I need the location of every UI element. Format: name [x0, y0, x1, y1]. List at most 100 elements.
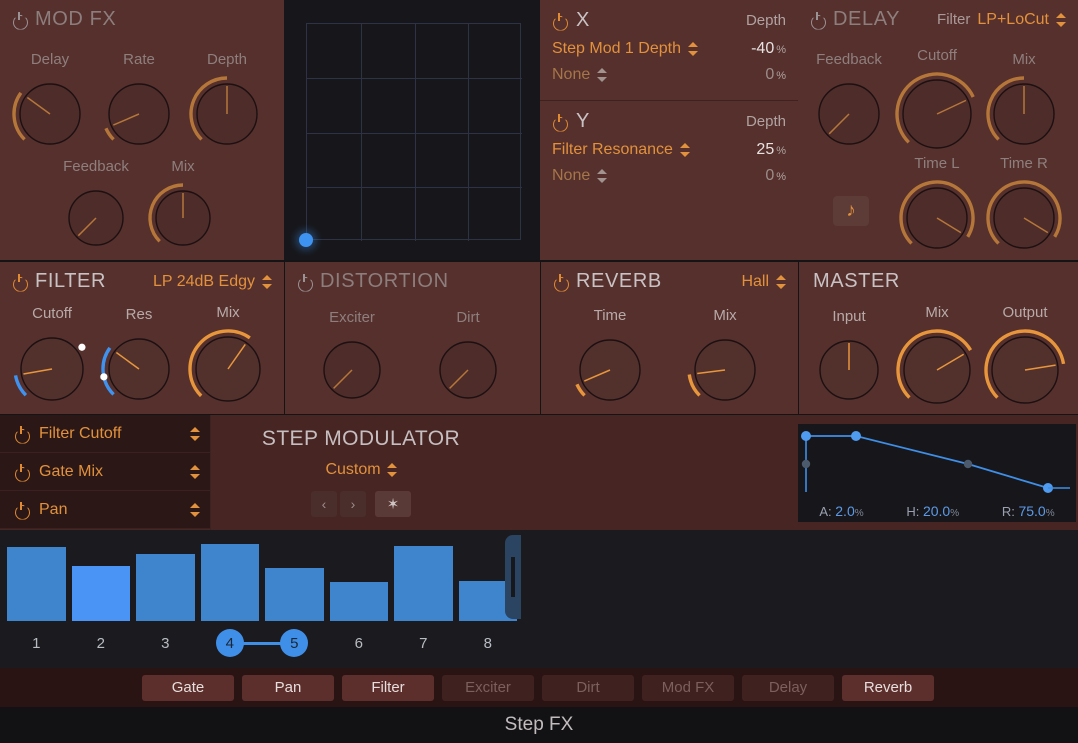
y-mod-slot-2[interactable]: None 0% [552, 163, 786, 189]
knob-dial[interactable] [312, 330, 392, 410]
tab-dirt[interactable]: Dirt [542, 675, 634, 701]
xy-pad-panel[interactable] [284, 0, 540, 260]
tab-filter[interactable]: Filter [342, 675, 434, 701]
power-icon-mod-fx[interactable] [12, 12, 27, 27]
knob-dial[interactable] [57, 179, 135, 257]
envelope-release[interactable]: R: 75.0% [1002, 503, 1055, 519]
power-icon-target-2[interactable] [14, 502, 29, 517]
envelope-hold[interactable]: H: 20.0% [906, 503, 959, 519]
knob-dial[interactable] [895, 176, 979, 260]
knob-feedback[interactable]: Feedback [807, 72, 891, 156]
envelope-attack[interactable]: A: 2.0% [819, 503, 863, 519]
tab-reverb[interactable]: Reverb [842, 675, 934, 701]
step-tie-handle[interactable]: 4 [216, 629, 244, 657]
step-mod-target-stepper-icon[interactable] [190, 502, 200, 518]
next-pattern-button[interactable]: › [340, 491, 366, 517]
power-icon-target-1[interactable] [14, 464, 29, 479]
knob-dial[interactable] [808, 329, 890, 411]
step-number[interactable]: 7 [394, 635, 453, 652]
knob-output[interactable]: Output [980, 325, 1070, 415]
tab-pan[interactable]: Pan [242, 675, 334, 701]
y-mod-target-2-stepper-icon[interactable] [597, 168, 607, 184]
step-mod-preset-value[interactable]: Custom [325, 461, 380, 479]
step-number[interactable]: 3 [136, 635, 195, 652]
knob-input[interactable]: Input [808, 329, 890, 411]
tab-gate[interactable]: Gate [142, 675, 234, 701]
knob-dial[interactable] [568, 328, 652, 412]
delay-filter-stepper-icon[interactable] [1056, 12, 1066, 28]
y-mod-target-1[interactable]: Filter Resonance [552, 141, 673, 159]
knob-dial[interactable] [891, 68, 983, 160]
step-mod-target-label[interactable]: Gate Mix [39, 463, 103, 481]
knob-dial[interactable] [97, 72, 181, 156]
prev-pattern-button[interactable]: ‹ [311, 491, 337, 517]
x-mod-target-1-stepper-icon[interactable] [688, 41, 698, 57]
knob-mix[interactable]: Mix [683, 328, 767, 412]
step-bar[interactable] [72, 566, 131, 621]
knob-depth[interactable]: Depth [185, 72, 269, 156]
y-mod-amount-1[interactable]: 25% [756, 141, 786, 159]
knob-dial[interactable] [8, 72, 92, 156]
knob-mix[interactable]: Mix [184, 325, 272, 413]
knob-dial[interactable] [9, 326, 95, 412]
step-bar[interactable] [201, 544, 260, 621]
reverb-mode-stepper-icon[interactable] [776, 274, 786, 290]
power-icon-delay[interactable] [810, 12, 825, 27]
knob-time-r[interactable]: Time R [982, 176, 1066, 260]
step-bar[interactable] [265, 568, 324, 621]
reverb-mode-value[interactable]: Hall [741, 273, 769, 291]
x-mod-slot-2[interactable]: None 0% [552, 62, 786, 88]
step-bar[interactable] [394, 546, 453, 621]
tab-mod-fx[interactable]: Mod FX [642, 675, 734, 701]
knob-dial[interactable] [980, 325, 1070, 415]
y-mod-slot-1[interactable]: Filter Resonance 25% [552, 137, 786, 163]
knob-dial[interactable] [982, 176, 1066, 260]
knob-time-l[interactable]: Time L [895, 176, 979, 260]
step-tie-handle[interactable]: 5 [280, 629, 308, 657]
step-bar[interactable] [330, 582, 389, 621]
knob-mix[interactable]: Mix [144, 179, 222, 257]
knob-dial[interactable] [428, 330, 508, 410]
x-mod-amount-1[interactable]: -40% [751, 40, 786, 58]
knob-dial[interactable] [97, 327, 181, 411]
power-icon-reverb[interactable] [553, 274, 568, 289]
x-mod-slot-1[interactable]: Step Mod 1 Depth -40% [552, 36, 786, 62]
step-mod-target-row[interactable]: Gate Mix [0, 453, 210, 491]
knob-rate[interactable]: Rate [97, 72, 181, 156]
x-mod-target-1[interactable]: Step Mod 1 Depth [552, 40, 681, 58]
power-icon-distortion[interactable] [297, 274, 312, 289]
knob-delay[interactable]: Delay [8, 72, 92, 156]
power-icon-x[interactable] [552, 13, 567, 28]
tab-exciter[interactable]: Exciter [442, 675, 534, 701]
filter-mode-stepper-icon[interactable] [262, 274, 272, 290]
step-mod-preset-stepper-icon[interactable] [387, 462, 397, 478]
knob-time[interactable]: Time [568, 328, 652, 412]
step-mod-target-stepper-icon[interactable] [190, 464, 200, 480]
knob-dial[interactable] [982, 72, 1066, 156]
delay-sync-button[interactable]: ♪ [833, 196, 869, 226]
xy-pad-grid[interactable] [306, 23, 521, 240]
knob-dial[interactable] [184, 325, 272, 413]
step-bar[interactable] [136, 554, 195, 621]
step-mod-target-label[interactable]: Pan [39, 501, 67, 519]
knob-cutoff[interactable]: Cutoff [891, 68, 983, 160]
knob-mix[interactable]: Mix [982, 72, 1066, 156]
step-mod-target-label[interactable]: Filter Cutoff [39, 425, 121, 443]
resize-handle[interactable] [505, 535, 521, 619]
step-number[interactable]: 1 [7, 635, 66, 652]
pattern-settings-button[interactable]: ✶ [375, 491, 411, 517]
y-mod-target-1-stepper-icon[interactable] [680, 142, 690, 158]
step-mod-envelope-display[interactable]: A: 2.0% H: 20.0% R: 75.0% [798, 424, 1076, 522]
delay-filter-value[interactable]: LP+LoCut [977, 11, 1049, 29]
y-mod-amount-2[interactable]: 0% [765, 167, 786, 185]
tab-delay[interactable]: Delay [742, 675, 834, 701]
step-mod-target-row[interactable]: Pan [0, 491, 210, 529]
x-mod-amount-2[interactable]: 0% [765, 66, 786, 84]
knob-res[interactable]: Res [97, 327, 181, 411]
knob-dial[interactable] [807, 72, 891, 156]
power-icon-target-0[interactable] [14, 426, 29, 441]
knob-feedback[interactable]: Feedback [57, 179, 135, 257]
filter-mode-value[interactable]: LP 24dB Edgy [153, 273, 255, 291]
y-mod-target-2[interactable]: None [552, 167, 590, 185]
knob-mix[interactable]: Mix [892, 325, 982, 415]
